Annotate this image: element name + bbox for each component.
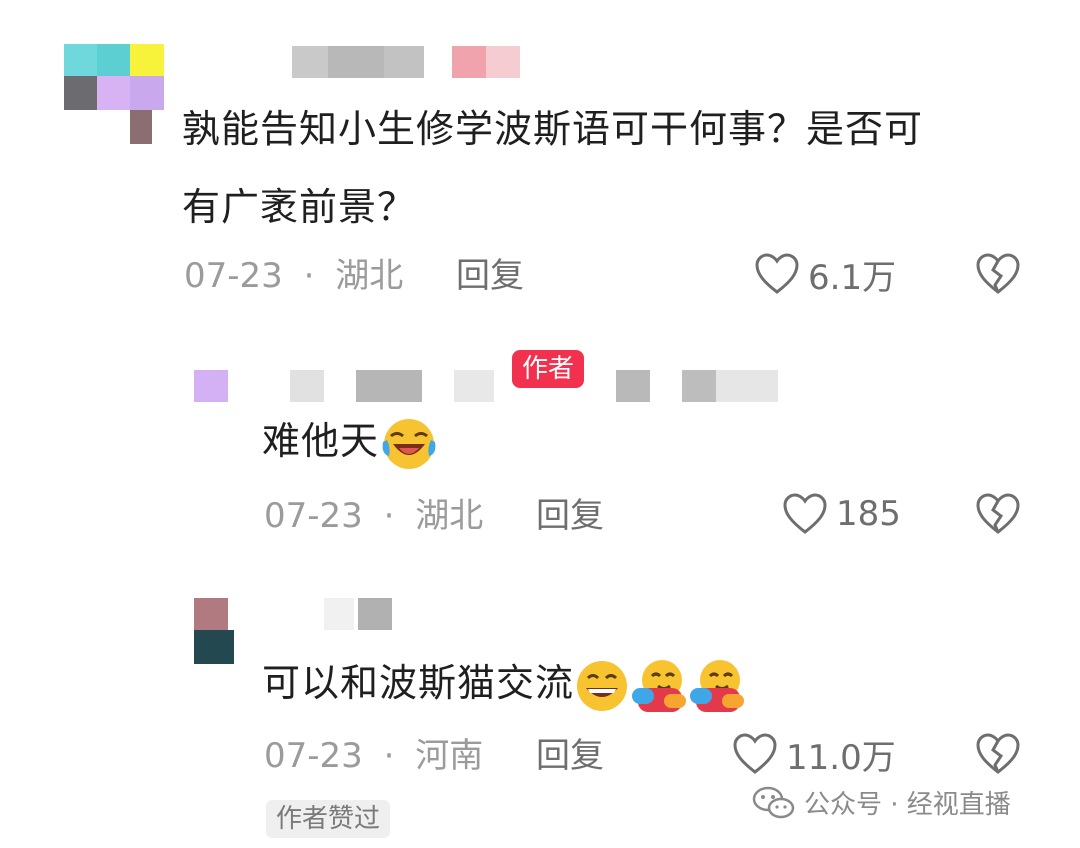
heart-icon xyxy=(783,493,827,534)
comment-text-continued: 有广袤前景？ xyxy=(182,185,417,229)
like-count: 185 xyxy=(836,494,901,534)
broken-heart-icon[interactable] xyxy=(974,250,1022,298)
broken-heart-icon[interactable] xyxy=(974,730,1022,778)
comment-text: 孰能告知小生修学波斯语可干何事？是否可 xyxy=(182,107,924,151)
author-badge: 作者 xyxy=(512,350,585,388)
comment-date: 07-23 xyxy=(264,736,363,776)
wechat-icon xyxy=(752,786,795,818)
separator: · xyxy=(383,736,395,776)
avatar[interactable] xyxy=(194,370,228,402)
author-liked-tag: 作者赞过 xyxy=(266,800,391,838)
reply-button[interactable]: 回复 xyxy=(536,496,604,536)
avatar[interactable] xyxy=(64,44,164,144)
comment-date: 07-23 xyxy=(264,496,363,536)
rolling-laugh-emoji xyxy=(382,418,436,469)
reply-button[interactable]: 回复 xyxy=(456,256,524,296)
username-blurred-tail xyxy=(600,370,780,404)
username-blurred[interactable] xyxy=(324,598,394,632)
meta-row: 07-23 · 湖北 xyxy=(184,256,403,296)
heart-icon xyxy=(733,733,777,774)
like-button[interactable]: 185 xyxy=(782,492,901,536)
comment-location: 湖北 xyxy=(335,256,404,296)
watermark: 公众号 · 经视直播 xyxy=(752,784,1011,821)
hug-emoji xyxy=(632,659,687,712)
comment-location: 河南 xyxy=(415,736,484,776)
like-count: 11.0万 xyxy=(786,737,896,778)
reply-button[interactable]: 回复 xyxy=(536,736,604,776)
like-button[interactable]: 11.0万 xyxy=(732,732,896,778)
username-blurred[interactable] xyxy=(292,46,522,80)
username-blurred[interactable] xyxy=(290,370,510,404)
meta-row: 07-23 · 河南 xyxy=(264,736,483,776)
heart-icon xyxy=(755,253,799,294)
watermark-text: 公众号 · 经视直播 xyxy=(804,790,1011,820)
hug-emoji xyxy=(690,659,745,712)
avatar[interactable] xyxy=(194,598,258,664)
broken-heart-icon[interactable] xyxy=(974,490,1022,538)
like-button[interactable]: 6.1万 xyxy=(754,252,897,298)
comment-text: 可以和波斯猫交流 xyxy=(262,644,746,722)
separator: · xyxy=(303,256,315,296)
like-count: 6.1万 xyxy=(808,257,897,298)
comment-text: 难他天 xyxy=(262,402,439,480)
separator: · xyxy=(383,496,395,536)
comment-date: 07-23 xyxy=(184,256,283,296)
comment-location: 湖北 xyxy=(415,496,484,536)
grin-emoji xyxy=(577,660,628,711)
meta-row: 07-23 · 湖北 xyxy=(264,496,483,536)
